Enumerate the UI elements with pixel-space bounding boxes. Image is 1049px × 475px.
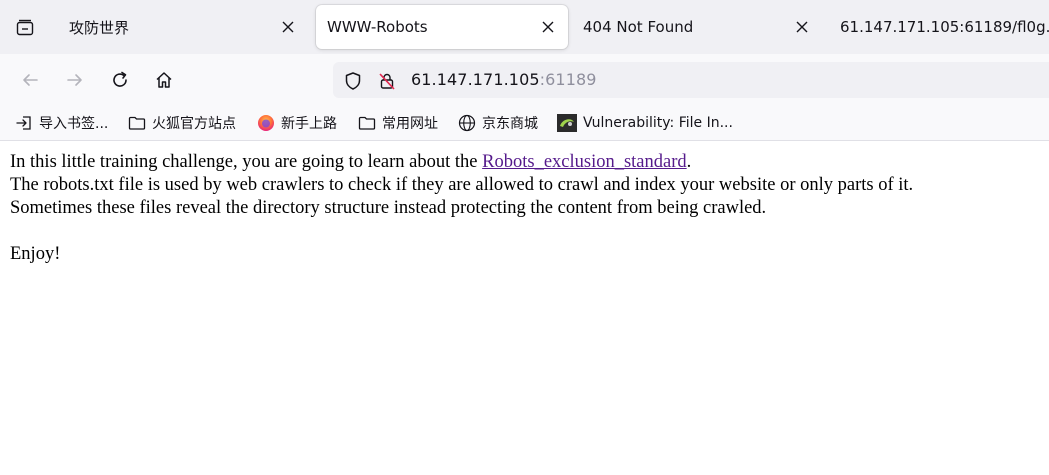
bookmark-label: 火狐官方站点 xyxy=(152,116,236,132)
tab-title: 61.147.171.105:61189/fl0g.ph xyxy=(840,18,1049,36)
intro-period: . xyxy=(686,152,692,172)
arrow-left-icon xyxy=(23,74,38,86)
intro-text: In this little training challenge, you a… xyxy=(10,152,483,172)
connection-info-button[interactable] xyxy=(377,71,397,91)
folder-icon xyxy=(128,114,146,132)
robots-exclusion-standard-link[interactable]: Robots_exclusion_standard xyxy=(482,152,687,172)
tab-close-button[interactable] xyxy=(792,17,812,37)
tab-404-not-found[interactable]: 404 Not Found xyxy=(572,5,822,49)
address-bar[interactable]: 61.147.171.105:61189 xyxy=(333,62,1049,98)
bookmark-firefox-official[interactable]: 火狐官方站点 xyxy=(128,112,236,134)
arrow-right-icon xyxy=(67,74,82,86)
bookmark-label: 导入书签... xyxy=(39,116,109,132)
bookmark-label: 京东商城 xyxy=(482,116,538,132)
tracking-protection-button[interactable] xyxy=(343,71,363,91)
import-icon xyxy=(15,114,33,132)
url-text[interactable]: 61.147.171.105:61189 xyxy=(411,70,597,89)
bookmark-import[interactable]: 导入书签... xyxy=(15,112,108,134)
reload-icon xyxy=(113,71,127,87)
tab-www-robots[interactable]: WWW-Robots xyxy=(316,5,568,49)
close-icon xyxy=(796,21,808,33)
shield-icon xyxy=(345,72,361,90)
bookmark-label: 新手上路 xyxy=(281,116,337,132)
tab-close-button[interactable] xyxy=(278,17,298,37)
bookmark-vulnerability[interactable]: Vulnerability: File In... xyxy=(557,112,733,134)
tab-close-button[interactable] xyxy=(538,17,558,37)
globe-icon xyxy=(458,114,476,132)
url-host: 61.147.171.105 xyxy=(411,70,540,89)
tab-list-icon xyxy=(16,19,34,36)
navigation-toolbar: 61.147.171.105:61189 xyxy=(0,54,1049,106)
tab-title: 404 Not Found xyxy=(583,18,694,36)
tab-title: 攻防世界 xyxy=(69,18,130,37)
page-content: In this little training challenge, you a… xyxy=(0,141,1049,276)
bookmark-jd[interactable]: 京东商城 xyxy=(458,112,538,134)
back-button[interactable] xyxy=(15,65,45,95)
tab-strip: 攻防世界 WWW-Robots 404 Not Found 61.147.171… xyxy=(0,0,1049,54)
bookmarks-toolbar: 导入书签... 火狐官方站点 新手上路 常用网址 京东商城 Vulnerabil… xyxy=(0,106,1049,141)
robots-description-text: The robots.txt file is used by web crawl… xyxy=(10,175,914,195)
directory-reveal-text: Sometimes these files reveal the directo… xyxy=(10,198,767,218)
firefox-icon xyxy=(257,114,275,132)
close-icon xyxy=(542,21,554,33)
reload-button[interactable] xyxy=(105,65,135,95)
insecure-lock-icon xyxy=(379,73,395,90)
close-icon xyxy=(282,21,294,33)
folder-icon xyxy=(358,114,376,132)
tab-list-button[interactable] xyxy=(10,13,40,43)
forward-button[interactable] xyxy=(60,65,90,95)
dvwa-icon xyxy=(557,114,577,132)
tab-fl0g[interactable]: 61.147.171.105:61189/fl0g.ph xyxy=(829,5,1049,49)
intro-paragraph: In this little training challenge, you a… xyxy=(10,151,1039,174)
bookmark-label: 常用网址 xyxy=(382,116,438,132)
enjoy-text: Enjoy! xyxy=(10,244,61,264)
bookmark-getting-started[interactable]: 新手上路 xyxy=(257,112,337,134)
home-icon xyxy=(156,72,172,88)
tab-gongfang[interactable]: 攻防世界 xyxy=(58,5,308,49)
bookmark-label: Vulnerability: File In... xyxy=(583,115,733,131)
tab-title: WWW-Robots xyxy=(327,18,428,36)
url-port: :61189 xyxy=(539,70,597,89)
home-button[interactable] xyxy=(149,65,179,95)
bookmark-common-sites[interactable]: 常用网址 xyxy=(358,112,438,134)
